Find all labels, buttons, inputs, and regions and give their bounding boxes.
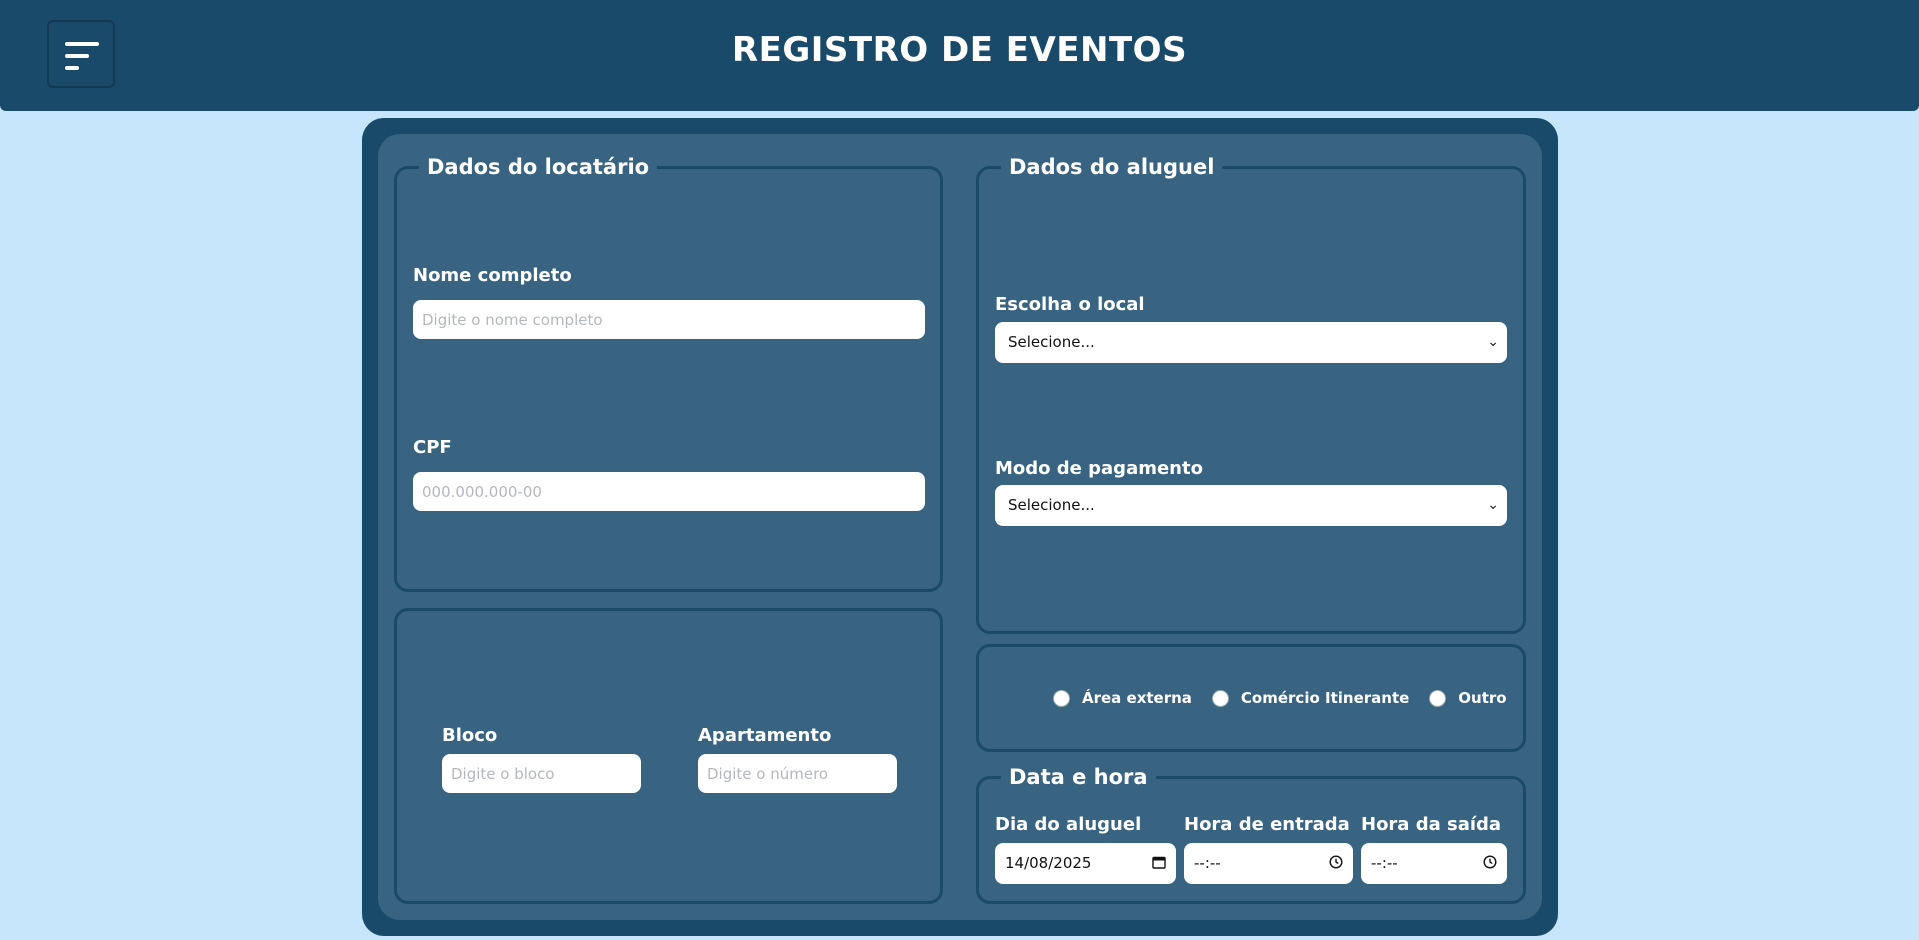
- name-label: Nome completo: [413, 265, 572, 286]
- entry-time-input[interactable]: --:--: [1184, 843, 1353, 884]
- location-select-value: Selecione...: [1008, 333, 1095, 351]
- payment-select[interactable]: Selecione... ⌄: [995, 485, 1507, 526]
- chevron-down-icon: ⌄: [1487, 497, 1499, 513]
- exit-time-label: Hora da saída: [1361, 814, 1502, 835]
- rental-section: Dados do aluguel: [976, 155, 1526, 634]
- block-label: Bloco: [442, 725, 498, 746]
- radio-circle-icon[interactable]: [1211, 689, 1229, 707]
- page-title: REGISTRO DE EVENTOS: [731, 30, 1188, 70]
- location-label: Escolha o local: [995, 294, 1145, 315]
- day-value: 14/08/2025: [1005, 854, 1092, 872]
- radio-circle-icon[interactable]: [1429, 689, 1447, 707]
- rental-legend: Dados do aluguel: [1009, 155, 1215, 179]
- datetime-legend: Data e hora: [1009, 765, 1148, 789]
- day-input[interactable]: 14/08/2025: [995, 843, 1176, 884]
- calendar-icon[interactable]: [1152, 855, 1166, 869]
- entry-time-label: Hora de entrada: [1184, 814, 1350, 835]
- radio-label: Outro: [1458, 689, 1507, 707]
- block-input[interactable]: [442, 754, 641, 793]
- apartment-label: Apartamento: [698, 725, 832, 746]
- day-label: Dia do aluguel: [995, 814, 1142, 835]
- payment-label: Modo de pagamento: [995, 458, 1203, 479]
- clock-icon[interactable]: [1483, 855, 1497, 869]
- clock-icon[interactable]: [1329, 855, 1343, 869]
- apartment-input[interactable]: [698, 754, 897, 793]
- tenant-section: Dados do locatário: [394, 155, 943, 592]
- entry-time-value: --:--: [1194, 854, 1221, 872]
- location-select[interactable]: Selecione... ⌄: [995, 322, 1507, 363]
- tenant-legend: Dados do locatário: [427, 155, 650, 179]
- exit-time-input[interactable]: --:--: [1361, 843, 1507, 884]
- payment-select-value: Selecione...: [1008, 496, 1095, 514]
- radio-area-externa[interactable]: Área externa: [1053, 689, 1192, 707]
- exit-time-value: --:--: [1371, 854, 1398, 872]
- event-type-radio-group: Área externa Comércio Itinerante Outro: [1053, 688, 1527, 708]
- radio-outro[interactable]: Outro: [1429, 689, 1507, 707]
- radio-label: Área externa: [1082, 689, 1192, 707]
- name-input[interactable]: [413, 300, 925, 339]
- radio-comercio-itinerante[interactable]: Comércio Itinerante: [1211, 689, 1410, 707]
- chevron-down-icon: ⌄: [1487, 334, 1499, 350]
- cpf-label: CPF: [413, 437, 452, 458]
- radio-label: Comércio Itinerante: [1240, 689, 1410, 707]
- radio-circle-icon[interactable]: [1053, 689, 1070, 707]
- top-bar: REGISTRO DE EVENTOS: [0, 0, 1919, 111]
- cpf-input[interactable]: [413, 472, 925, 511]
